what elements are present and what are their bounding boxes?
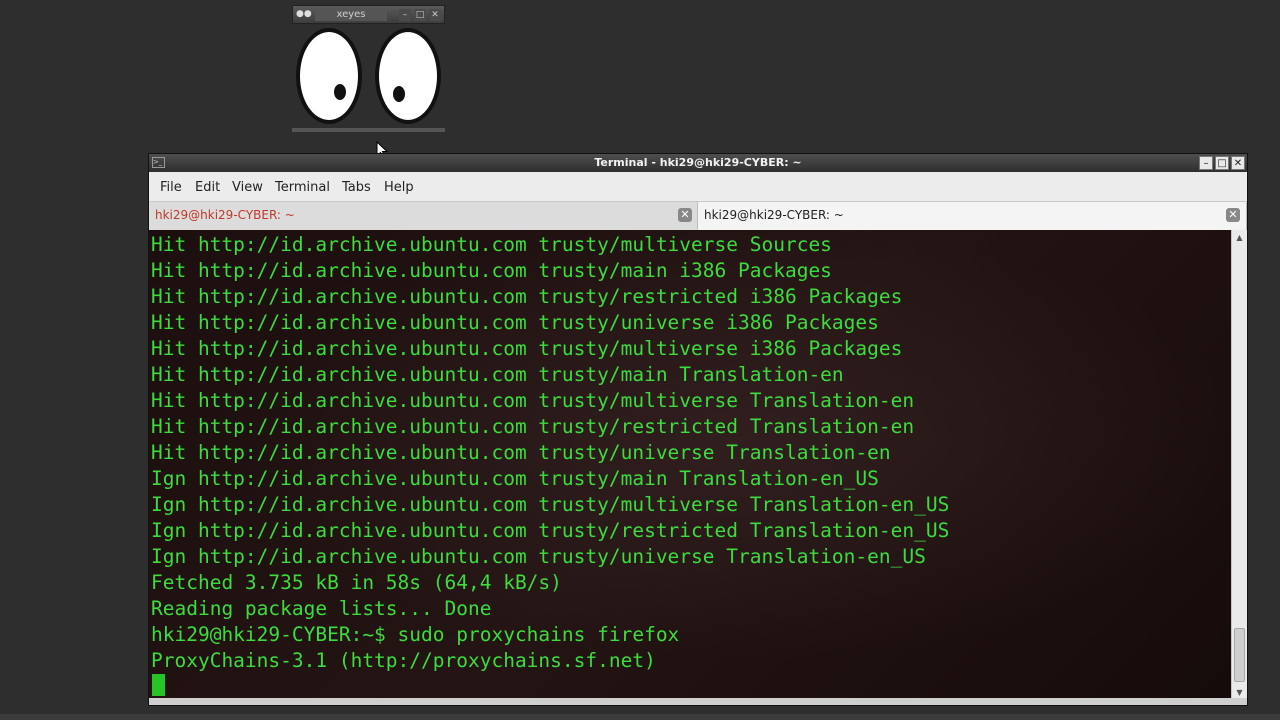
output-line: Reading package lists... Done: [151, 597, 492, 620]
output-line: Hit http://id.archive.ubuntu.com trusty/…: [151, 311, 879, 334]
minimize-icon[interactable]: –: [1199, 156, 1213, 170]
tab-label: hki29@hki29-CYBER: ~: [155, 208, 295, 222]
output-line: Ign http://id.archive.ubuntu.com trusty/…: [151, 545, 926, 568]
close-tab-icon[interactable]: ✕: [1226, 208, 1240, 222]
menu-edit[interactable]: Edit: [195, 180, 220, 195]
terminal-titlebar[interactable]: >_ Terminal - hki29@hki29-CYBER: ~ – □ ✕: [149, 154, 1247, 172]
close-icon[interactable]: ✕: [429, 9, 441, 21]
output-line: Hit http://id.archive.ubuntu.com trusty/…: [151, 233, 832, 256]
menu-tabs[interactable]: Tabs: [342, 180, 371, 195]
output-line: Hit http://id.archive.ubuntu.com trusty/…: [151, 441, 891, 464]
xeyes-title: xeyes: [315, 8, 387, 21]
output-line: Hit http://id.archive.ubuntu.com trusty/…: [151, 259, 832, 282]
text-cursor: [152, 674, 165, 696]
output-line: Hit http://id.archive.ubuntu.com trusty/…: [151, 285, 903, 308]
output-line: Ign http://id.archive.ubuntu.com trusty/…: [151, 519, 950, 542]
output-line: Hit http://id.archive.ubuntu.com trusty/…: [151, 337, 903, 360]
menu-view[interactable]: View: [232, 180, 263, 195]
xeyes-resize-bar[interactable]: [292, 128, 445, 132]
eyes-canvas: [292, 24, 445, 132]
output-line: Hit http://id.archive.ubuntu.com trusty/…: [151, 389, 915, 412]
minimize-icon[interactable]: –: [399, 9, 411, 21]
terminal-window[interactable]: >_ Terminal - hki29@hki29-CYBER: ~ – □ ✕…: [148, 153, 1248, 706]
scroll-down-icon[interactable]: ▼: [1234, 687, 1245, 698]
window-bottom-border[interactable]: [149, 698, 1247, 705]
output-line: Hit http://id.archive.ubuntu.com trusty/…: [151, 363, 844, 386]
right-pupil: [393, 86, 405, 102]
tab-label: hki29@hki29-CYBER: ~: [704, 208, 844, 222]
menu-help[interactable]: Help: [384, 180, 414, 195]
close-icon[interactable]: ✕: [1231, 156, 1245, 170]
maximize-icon[interactable]: □: [414, 9, 426, 21]
output-line: Hit http://id.archive.ubuntu.com trusty/…: [151, 415, 915, 438]
left-pupil: [334, 84, 346, 100]
window-title: Terminal - hki29@hki29-CYBER: ~: [594, 156, 802, 169]
tab-1[interactable]: hki29@hki29-CYBER: ~ ✕: [149, 202, 698, 230]
xeyes-window[interactable]: ●● xeyes – □ ✕: [292, 5, 445, 132]
eyes-icon: ●●: [296, 9, 312, 19]
scroll-up-icon[interactable]: ▲: [1234, 232, 1245, 243]
xeyes-titlebar[interactable]: ●● xeyes – □ ✕: [292, 5, 445, 24]
tab-bar: hki29@hki29-CYBER: ~ ✕ hki29@hki29-CYBER…: [149, 202, 1247, 230]
scroll-thumb[interactable]: [1234, 628, 1245, 682]
menu-terminal[interactable]: Terminal: [275, 180, 330, 195]
terminal-output[interactable]: Hit http://id.archive.ubuntu.com trusty/…: [149, 230, 1231, 700]
output-line: Fetched 3.735 kB in 58s (64,4 kB/s): [151, 571, 562, 594]
vertical-scrollbar[interactable]: ▲ ▼: [1231, 230, 1247, 700]
menubar: File Edit View Terminal Tabs Help: [149, 172, 1247, 202]
maximize-icon[interactable]: □: [1215, 156, 1229, 170]
output-line: Ign http://id.archive.ubuntu.com trusty/…: [151, 493, 950, 516]
close-tab-icon[interactable]: ✕: [678, 208, 692, 222]
taskbar: [0, 714, 1280, 720]
menu-file[interactable]: File: [160, 180, 182, 195]
tab-2[interactable]: hki29@hki29-CYBER: ~ ✕: [698, 202, 1247, 230]
output-line: Ign http://id.archive.ubuntu.com trusty/…: [151, 467, 879, 490]
output-line: ProxyChains-3.1 (http://proxychains.sf.n…: [151, 649, 656, 672]
prompt-line: hki29@hki29-CYBER:~$ sudo proxychains fi…: [151, 623, 680, 646]
